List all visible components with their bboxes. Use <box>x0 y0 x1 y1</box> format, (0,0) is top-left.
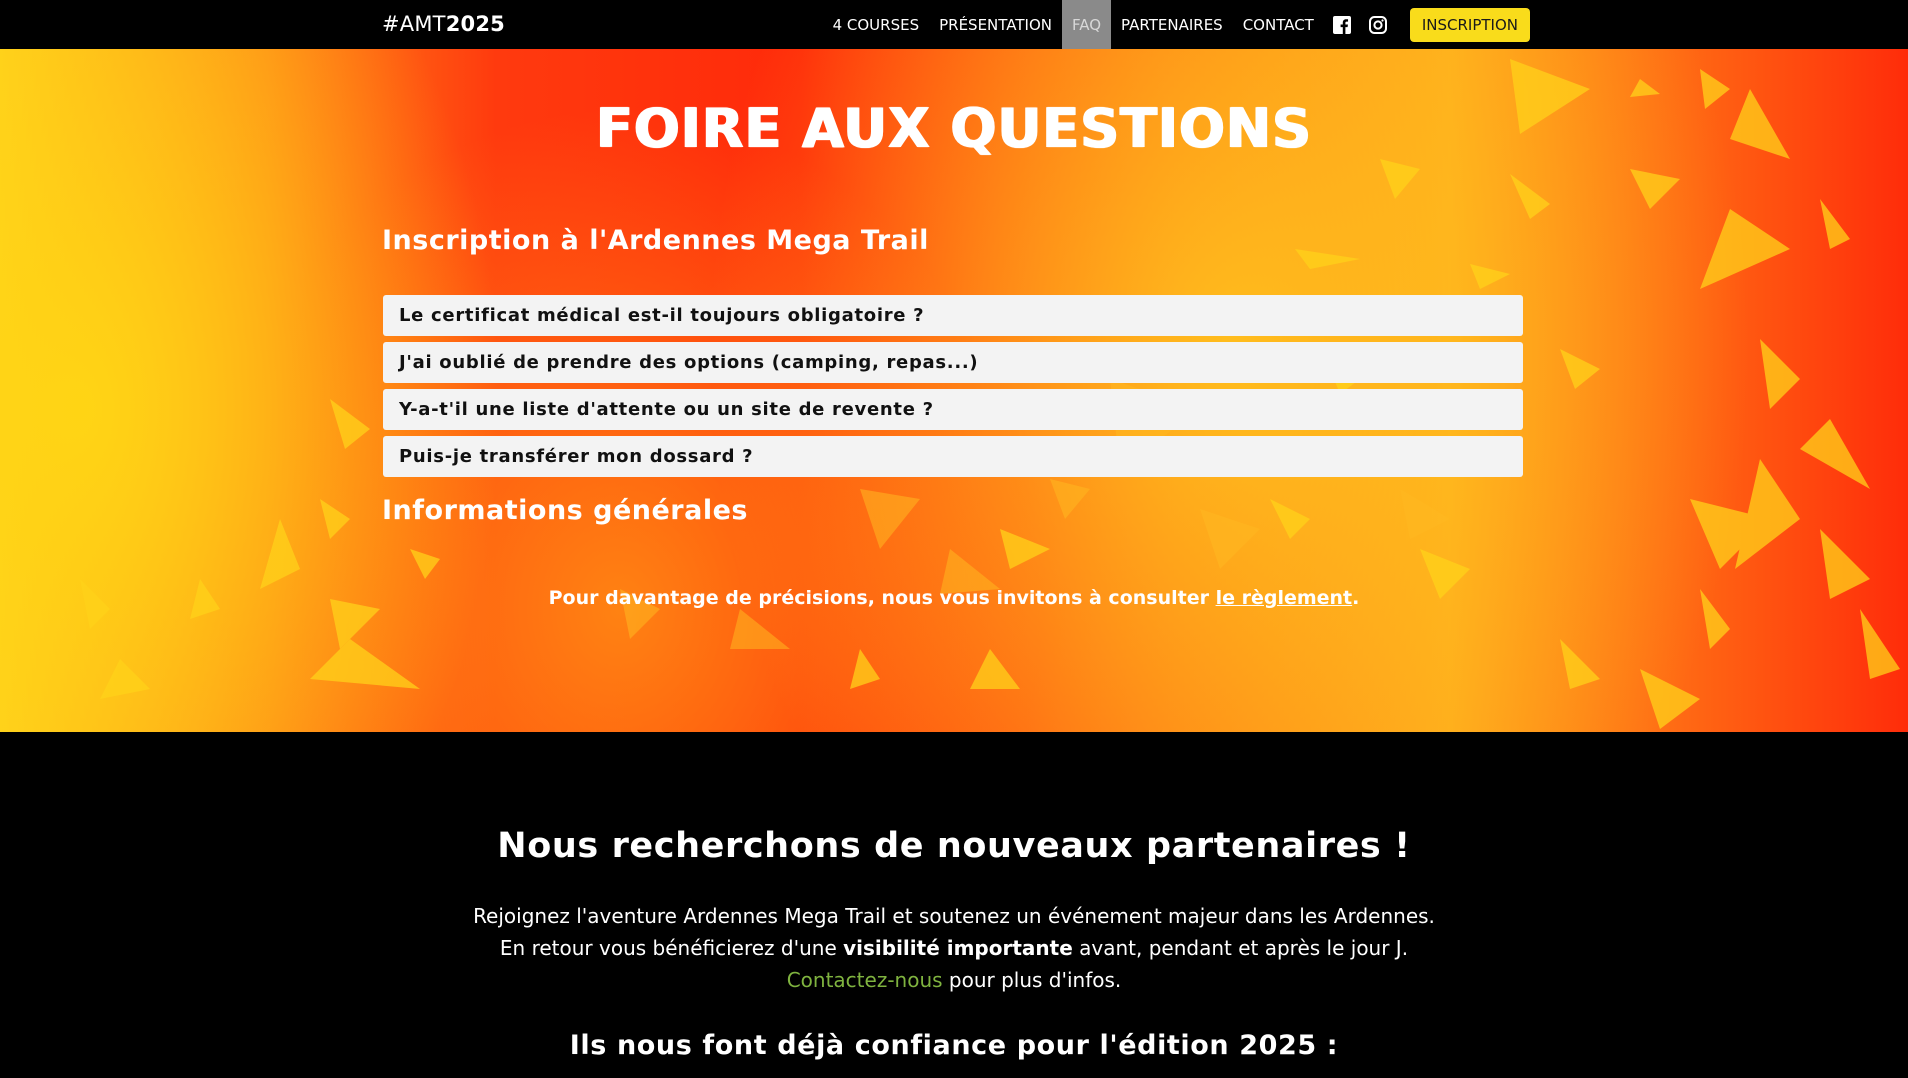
partners-line-3-end: pour plus d'infos. <box>942 968 1122 992</box>
nav-menu: 4 COURSES PRÉSENTATION FAQ PARTENAIRES C… <box>823 0 1530 49</box>
brand-logo-link[interactable]: #AMT2025 <box>382 11 505 37</box>
nav-link-4-courses[interactable]: 4 COURSES <box>823 0 930 49</box>
reglement-link[interactable]: le règlement <box>1216 587 1353 609</box>
partners-subtitle: Ils nous font déjà confiance pour l'édit… <box>569 1030 1339 1061</box>
partners-description: Rejoignez l'aventure Ardennes Mega Trail… <box>0 900 1908 996</box>
more-info-lead: Pour davantage de précisions, nous vous … <box>548 587 1216 609</box>
partners-line-2-end: avant, pendant et après le jour J. <box>1072 936 1409 960</box>
instagram-icon[interactable] <box>1360 0 1396 49</box>
section-heading-inscription: Inscription à l'Ardennes Mega Trail <box>382 225 929 256</box>
brand-year: 2025 <box>445 12 505 36</box>
nav-link-faq[interactable]: FAQ <box>1061 0 1112 49</box>
inscription-button[interactable]: INSCRIPTION <box>1409 7 1530 42</box>
partners-title: Nous recherchons de nouveaux partenaires… <box>497 826 1411 866</box>
partners-section: Nous recherchons de nouveaux partenaires… <box>0 732 1908 1078</box>
partners-visibility-highlight: visibilité importante <box>843 936 1073 960</box>
more-info-end: . <box>1352 587 1360 609</box>
nav-link-presentation[interactable]: PRÉSENTATION <box>929 0 1062 49</box>
facebook-icon[interactable] <box>1324 0 1360 49</box>
faq-accordion: Le certificat médical est-il toujours ob… <box>383 295 1523 483</box>
faq-section: FOIRE AUX QUESTIONS Inscription à l'Arde… <box>0 49 1908 732</box>
top-navbar: #AMT2025 4 COURSES PRÉSENTATION FAQ PART… <box>0 0 1908 49</box>
faq-question-certificat[interactable]: Le certificat médical est-il toujours ob… <box>383 295 1523 336</box>
brand-prefix: #AMT <box>382 12 446 36</box>
section-heading-informations: Informations générales <box>382 495 748 526</box>
partners-line-3: Contactez-nous pour plus d'infos. <box>0 964 1908 996</box>
nav-link-partenaires[interactable]: PARTENAIRES <box>1111 0 1233 49</box>
nav-link-contact[interactable]: CONTACT <box>1233 0 1324 49</box>
partners-line-2-start: En retour vous bénéficierez d'une <box>499 936 844 960</box>
partners-line-2: En retour vous bénéficierez d'une visibi… <box>0 932 1908 964</box>
partners-line-1: Rejoignez l'aventure Ardennes Mega Trail… <box>473 904 1435 928</box>
page-title: FOIRE AUX QUESTIONS <box>595 97 1313 160</box>
contact-us-link[interactable]: Contactez-nous <box>787 968 943 992</box>
more-info-text: Pour davantage de précisions, nous vous … <box>0 587 1908 609</box>
faq-question-transfert-dossard[interactable]: Puis-je transférer mon dossard ? <box>383 436 1523 477</box>
faq-question-options[interactable]: J'ai oublié de prendre des options (camp… <box>383 342 1523 383</box>
faq-question-liste-attente[interactable]: Y-a-t'il une liste d'attente ou un site … <box>383 389 1523 430</box>
